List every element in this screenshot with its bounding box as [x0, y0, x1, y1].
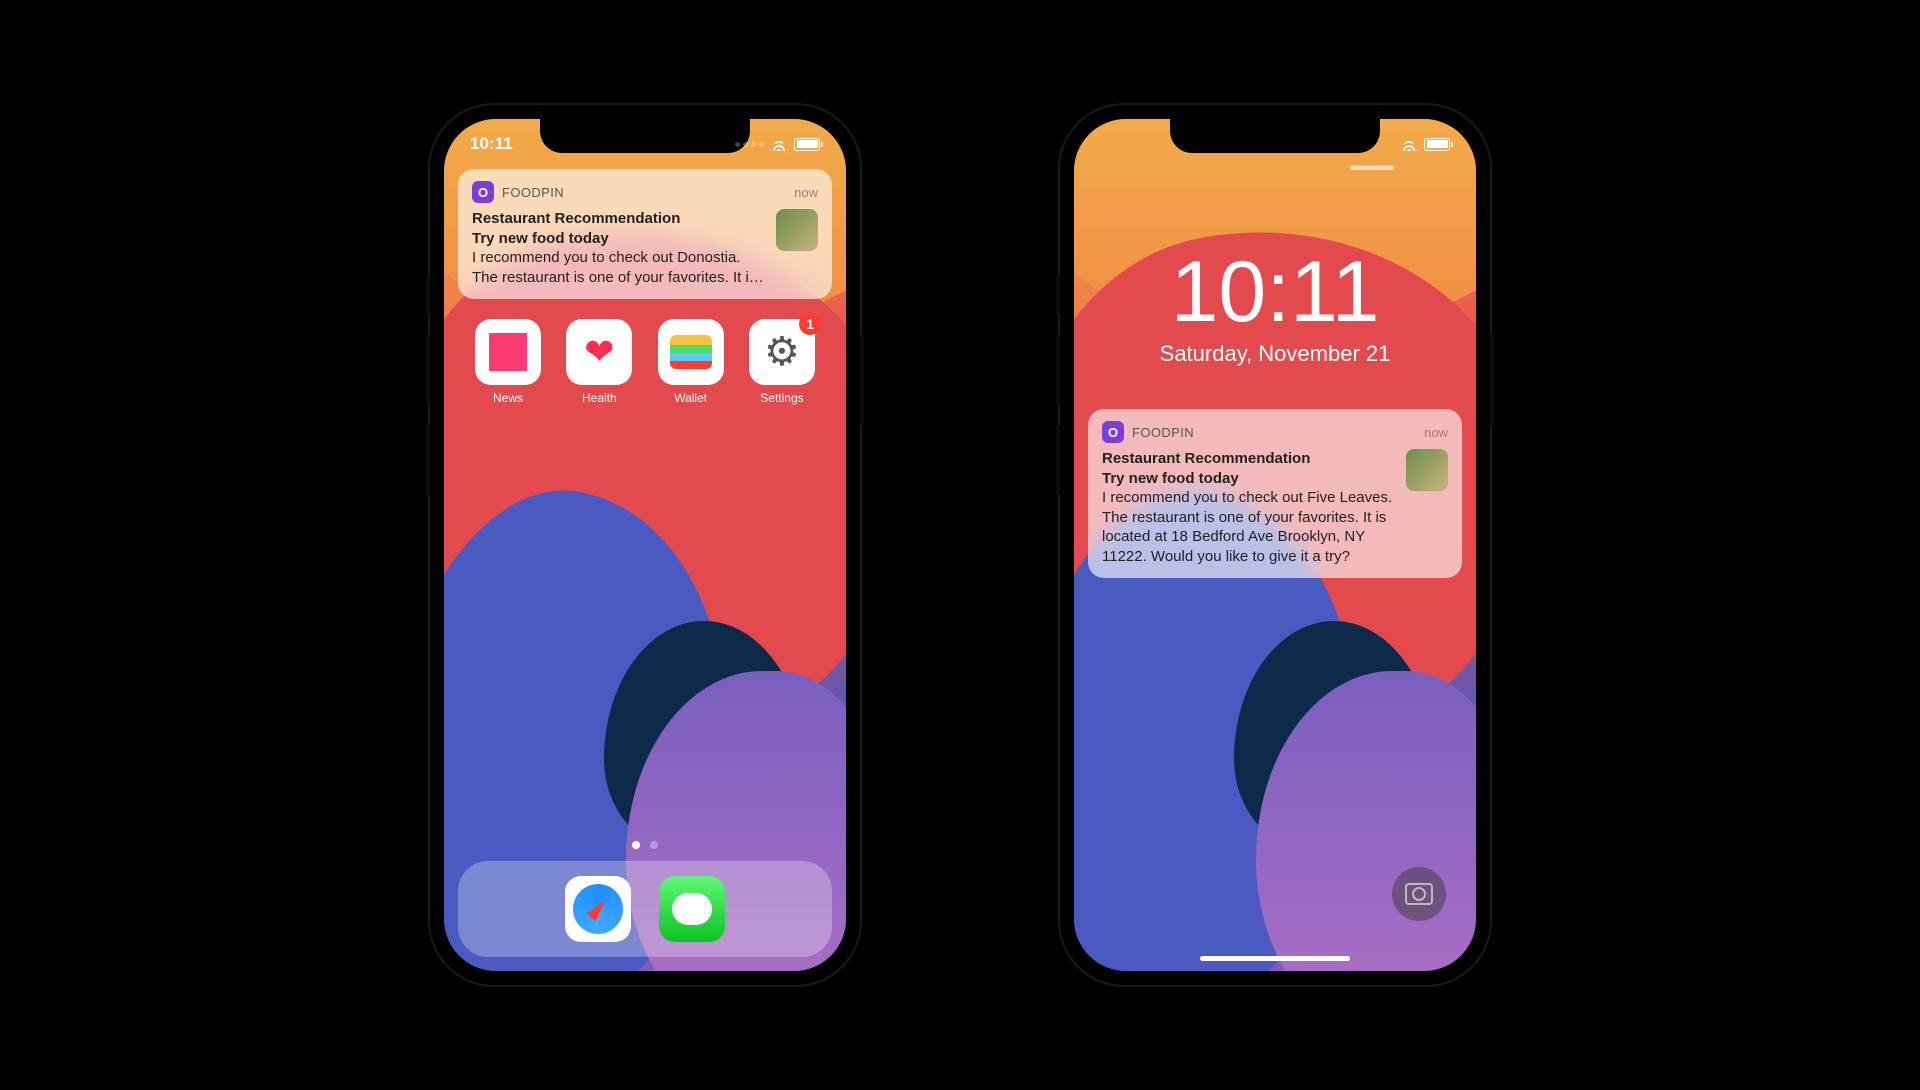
phone-home: 10:11 O FOODPIN now Restaurant Recommend…: [430, 105, 860, 985]
notification-title: Restaurant Recommendation: [472, 209, 766, 229]
app-wallet[interactable]: Wallet: [651, 319, 731, 405]
app-label: Wallet: [674, 391, 707, 405]
notification-body: I recommend you to check out Donostia. T…: [472, 248, 766, 287]
app-messages[interactable]: [659, 876, 725, 942]
notification-subtitle: Try new food today: [472, 229, 766, 249]
notification-banner[interactable]: O FOODPIN now Restaurant Recommendation …: [458, 169, 832, 299]
app-settings[interactable]: 1 Settings: [742, 319, 822, 405]
wallet-icon: [658, 319, 724, 385]
phone-lock: 10:11 Saturday, November 21 O FOODPIN no…: [1060, 105, 1490, 985]
notification-app-icon: O: [1102, 421, 1124, 443]
app-label: Settings: [760, 391, 803, 405]
camera-button[interactable]: [1392, 867, 1446, 921]
app-safari[interactable]: [565, 876, 631, 942]
dock: [458, 861, 832, 957]
notification-timestamp: now: [794, 185, 818, 200]
notification-app-icon: O: [472, 181, 494, 203]
page-indicator[interactable]: [444, 841, 846, 849]
notification-badge: 1: [799, 313, 821, 335]
status-bar: 10:11: [444, 129, 846, 159]
settings-icon: 1: [749, 319, 815, 385]
wifi-icon: [1400, 137, 1418, 151]
notification-app-name: FOODPIN: [1132, 425, 1416, 440]
app-grid: News Health Wallet 1 Settings: [468, 319, 822, 405]
control-center-handle[interactable]: [1350, 165, 1394, 170]
notification-thumbnail: [776, 209, 818, 251]
notification-timestamp: now: [1424, 425, 1448, 440]
status-bar: [1074, 129, 1476, 159]
notification-app-name: FOODPIN: [502, 185, 786, 200]
lock-time: 10:11: [1074, 249, 1476, 335]
health-icon: [566, 319, 632, 385]
news-icon: [475, 319, 541, 385]
status-time: 10:11: [470, 134, 513, 154]
cell-signal-icon: [735, 142, 764, 147]
home-screen[interactable]: 10:11 O FOODPIN now Restaurant Recommend…: [444, 119, 846, 971]
notification-thumbnail: [1406, 449, 1448, 491]
battery-icon: [794, 138, 820, 151]
notification-title: Restaurant Recommendation: [1102, 449, 1396, 469]
notification-subtitle: Try new food today: [1102, 469, 1396, 489]
lock-screen[interactable]: 10:11 Saturday, November 21 O FOODPIN no…: [1074, 119, 1476, 971]
app-news[interactable]: News: [468, 319, 548, 405]
notification-body: I recommend you to check out Five Leaves…: [1102, 488, 1396, 566]
home-indicator[interactable]: [1200, 956, 1350, 961]
battery-icon: [1424, 138, 1450, 151]
lock-clock: 10:11 Saturday, November 21: [1074, 249, 1476, 367]
app-label: News: [493, 391, 523, 405]
notification-card[interactable]: O FOODPIN now Restaurant Recommendation …: [1088, 409, 1462, 578]
app-label: Health: [582, 391, 617, 405]
wifi-icon: [770, 137, 788, 151]
app-health[interactable]: Health: [559, 319, 639, 405]
lock-date: Saturday, November 21: [1074, 341, 1476, 367]
